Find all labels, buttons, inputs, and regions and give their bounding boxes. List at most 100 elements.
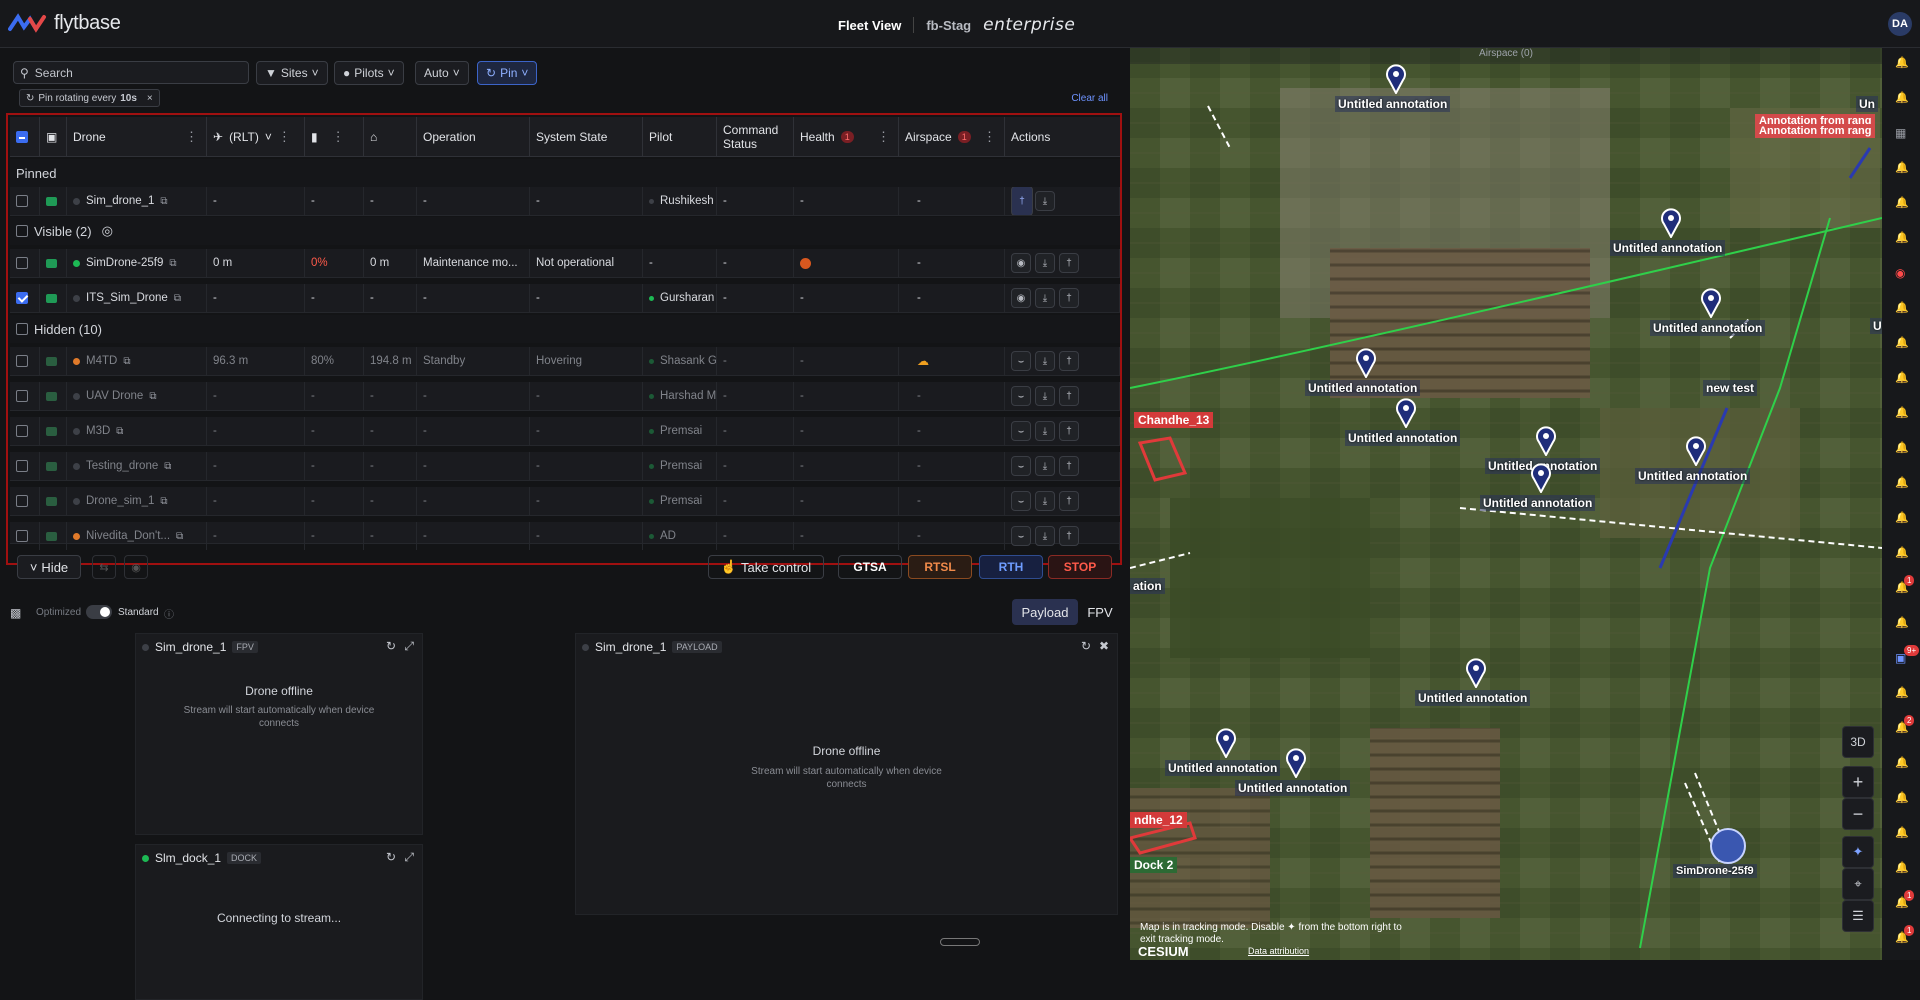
3d-toggle-button[interactable]: 3D [1842,726,1874,758]
drone-name[interactable]: Nivedita_Don't... [86,530,170,542]
header-rlt[interactable]: ✈ (RLT) ˅ ⋮ [207,117,305,157]
header-battery[interactable]: ▮ ⋮ [305,117,364,157]
bell-icon[interactable]: 🔔 [1895,91,1909,104]
show-icon[interactable]: ⌣ [1011,491,1031,511]
resize-handle[interactable] [940,938,980,946]
map-view[interactable]: Airspace (0) Untitled annotation Untitled… [1130,48,1882,960]
route-icon[interactable]: ⇆ [92,555,116,579]
tracking-mode-icon[interactable]: ✦ [1842,836,1874,868]
more-icon[interactable]: ⋮ [332,129,345,145]
stop-button[interactable]: STOP [1048,555,1112,579]
drone-name[interactable]: Drone_sim_1 [86,495,154,507]
bell-icon[interactable]: 🔔 [1895,686,1909,699]
row-checkbox[interactable] [16,460,28,472]
row-checkbox[interactable] [16,355,28,367]
take-control-icon[interactable]: ⤓ [1035,526,1055,546]
row-checkbox[interactable] [16,195,28,207]
layers-icon[interactable]: ☰ [1842,900,1874,932]
bell-icon[interactable]: 🔔 [1895,301,1909,314]
show-icon[interactable]: ⌣ [1011,421,1031,441]
alert-icon[interactable]: ◉ [1895,266,1907,280]
clear-all-link[interactable]: Clear all [1071,93,1108,104]
annotation-pin-icon[interactable] [1660,208,1682,240]
annotation-pin-icon[interactable] [1395,398,1417,430]
header-drone[interactable]: Drone ⋮ [67,117,207,157]
expand-icon[interactable]: ⤢ [404,850,414,865]
bell-icon[interactable]: 🔔 [1895,616,1909,629]
annotation-pin-icon[interactable] [1700,288,1722,320]
pin-icon[interactable]: † [1059,526,1079,546]
target-icon[interactable]: ◎ [102,223,113,239]
annotation-label[interactable]: Untitled annotation [1650,320,1766,336]
table-row[interactable]: Testing_drone ⧉ - - - - - Premsai - - - ⌣ ⤓ † [10,452,1120,481]
rth-button[interactable]: RTH [979,555,1043,579]
bell-icon[interactable]: 🔔 [1895,196,1909,209]
drone-marker-label[interactable]: SimDrone-25f9 [1673,864,1757,878]
annotation-pin-icon[interactable] [1530,463,1552,495]
drone-name[interactable]: M4TD [86,355,117,367]
annotation-label[interactable]: Untitled annotation [1635,468,1751,484]
header-select-all[interactable] [10,117,40,157]
annotation-pin-icon[interactable] [1685,436,1707,468]
show-icon[interactable]: ⌣ [1011,386,1031,406]
expand-icon[interactable]: ⤢ [404,639,414,654]
annotation-label[interactable]: Untitled annotation [1305,380,1421,396]
external-link-icon[interactable]: ⧉ [160,196,167,207]
table-row[interactable]: M4TD ⧉ 96.3 m 80% 194.8 m Standby Hovering Shas… [10,347,1120,376]
header-health[interactable]: Health 1 ⋮ [794,117,899,157]
external-link-icon[interactable]: ⧉ [169,258,176,269]
pin-icon[interactable]: † [1059,253,1079,273]
pin-icon[interactable]: † [1059,351,1079,371]
group-checkbox[interactable] [16,225,28,237]
zoom-out-button[interactable]: − [1842,798,1874,830]
take-control-icon[interactable]: ⤓ [1035,456,1055,476]
header-home[interactable]: ⌂ [364,117,417,157]
bell-icon[interactable]: 🔔 [1895,371,1909,384]
take-control-icon[interactable]: ⤓ [1035,351,1055,371]
bell-icon[interactable]: 🔔 [1895,826,1909,839]
hide-button[interactable]: ˅ Hide [17,555,81,579]
payload-tab[interactable]: Payload [1012,599,1078,625]
drone-marker-icon[interactable] [1710,828,1746,864]
annotation-label[interactable]: ation [1130,578,1165,594]
bell-icon[interactable]: 🔔 [1895,861,1909,874]
drone-name[interactable]: UAV Drone [86,390,143,402]
pin-off-icon[interactable]: ✖ [1099,639,1109,653]
annotation-label[interactable]: Un [1856,96,1878,112]
fpv-tab[interactable]: FPV [1080,599,1120,625]
row-checkbox[interactable] [16,257,28,269]
take-control-icon[interactable]: ⤓ [1035,421,1055,441]
take-control-icon[interactable]: ⤓ [1035,288,1055,308]
more-icon[interactable]: ⋮ [877,129,890,145]
avatar[interactable]: DA [1888,12,1912,36]
refresh-icon[interactable]: ↻ [386,639,396,653]
pin-icon[interactable]: † [1059,491,1079,511]
header-operation[interactable]: Operation [417,117,530,157]
bell-icon[interactable]: 🔔 [1895,231,1909,244]
bell-icon[interactable]: 🔔 [1895,511,1909,524]
annotation-label[interactable]: Untitled annotation [1415,690,1531,706]
qr-icon[interactable]: ▦ [1895,126,1907,140]
annotation-pin-icon[interactable] [1465,658,1487,690]
header-pilot[interactable]: Pilot [643,117,717,157]
auto-select[interactable]: Auto ˅ [415,61,469,85]
info-icon[interactable]: ⓘ [164,606,174,621]
visibility-icon[interactable]: ◉ [1011,253,1031,273]
show-icon[interactable]: ⌣ [1011,526,1031,546]
rtsl-button[interactable]: RTSL [908,555,972,579]
header-system-state[interactable]: System State [530,117,643,157]
search-input[interactable]: ⚲ Search [13,61,249,84]
new-test-label[interactable]: new test [1703,380,1758,396]
close-icon[interactable]: × [147,93,153,104]
annotation-label[interactable]: Untitled annotation [1610,240,1726,256]
external-link-icon[interactable]: ⧉ [160,496,167,507]
annotation-range-label[interactable]: Annotation from rang [1755,124,1876,138]
org-name[interactable]: fb-Stag [926,18,971,33]
bell-icon[interactable]: 🔔 [1895,406,1909,419]
annotation-label[interactable]: Untitled annotation [1235,780,1351,796]
bell-icon[interactable]: 🔔 [1895,546,1909,559]
table-row[interactable]: Sim_drone_1⧉-----Rushikesh---◉⤓† [10,187,1120,216]
gtsa-button[interactable]: GTSA [838,555,902,579]
annotation-pin-icon[interactable] [1285,748,1307,780]
external-link-icon[interactable]: ⧉ [174,293,181,304]
